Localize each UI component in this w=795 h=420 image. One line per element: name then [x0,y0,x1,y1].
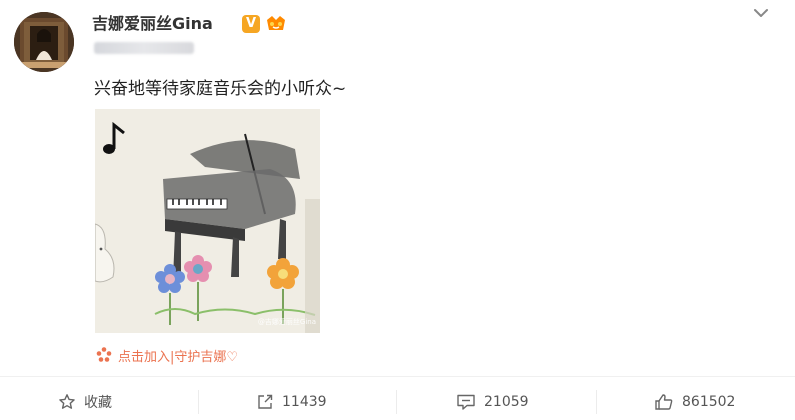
comment-bubble-icon [457,394,475,410]
comment-button[interactable]: 21059 [456,384,529,420]
chevron-down-icon[interactable] [750,2,772,24]
action-bar: 收藏 11439 21059 861502 [0,384,795,420]
comment-count: 21059 [484,394,529,410]
username[interactable]: 吉娜爱丽丝Gina [92,14,213,34]
thumbs-up-icon [655,394,673,410]
favorite-button[interactable]: 收藏 [58,384,112,420]
action-separator [198,390,199,414]
action-separator [596,390,597,414]
action-separator [396,390,397,414]
post-text: 兴奋地等待家庭音乐会的小听众~ [94,79,347,99]
favorite-label: 收藏 [84,395,112,411]
verified-badge-icon: V [242,15,260,33]
supporter-join-link[interactable]: 点击加入|守护吉娜♡ [95,346,239,365]
post-timestamp-blurred [94,42,194,54]
star-icon [59,394,75,409]
share-arrow-icon [258,394,273,409]
flower-icon [96,347,112,362]
repost-count: 11439 [282,394,327,410]
weibo-post-card: 吉娜爱丽丝Gina V 兴奋地等待家庭音乐会的小听众~ @吉娜爱丽丝Gina 点… [0,0,795,420]
supporter-link-text: 点击加入|守护吉娜♡ [118,349,239,365]
post-image-piano-drawing[interactable]: @吉娜爱丽丝Gina [95,109,320,333]
like-count: 861502 [682,394,736,410]
action-bar-divider [0,376,795,377]
repost-button[interactable]: 11439 [256,384,327,420]
member-badge-icon[interactable] [265,14,287,34]
like-button[interactable]: 861502 [654,384,735,420]
avatar[interactable] [14,12,74,72]
image-watermark: @吉娜爱丽丝Gina [257,318,316,326]
